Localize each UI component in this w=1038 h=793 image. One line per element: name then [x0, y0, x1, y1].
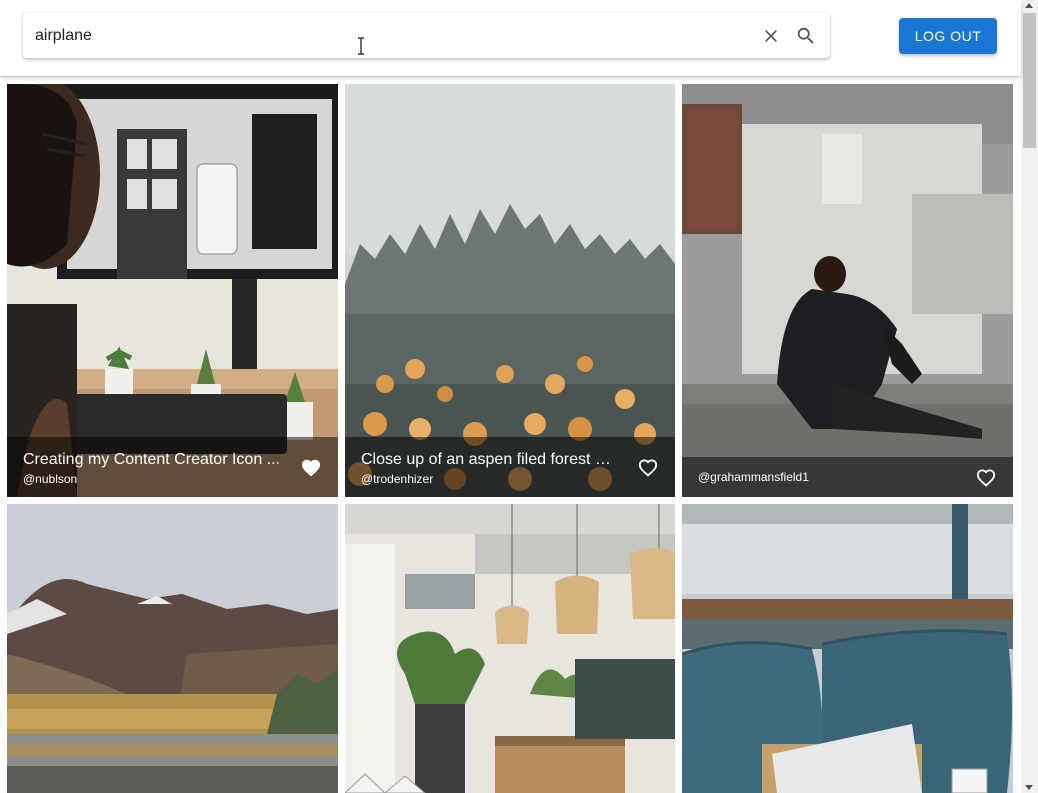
photo-caption: @grahammansfield1 — [682, 457, 1013, 497]
logout-button[interactable]: LOG OUT — [899, 18, 997, 54]
photo-caption: Creating my Content Creator Icon ... @nu… — [7, 437, 338, 497]
app-header: LOG OUT — [0, 0, 1021, 76]
photo-mountain-lake — [7, 504, 338, 793]
close-icon[interactable] — [761, 26, 781, 46]
photo-card[interactable] — [682, 504, 1013, 793]
photo-cafe-interior — [345, 504, 675, 793]
photo-card[interactable] — [345, 504, 675, 793]
photo-title: Close up of an aspen filed forest wi... — [361, 451, 621, 468]
photo-title: Creating my Content Creator Icon ... — [23, 451, 280, 468]
search-input[interactable] — [35, 19, 735, 52]
photo-card[interactable]: Close up of an aspen filed forest wi... … — [345, 84, 675, 497]
search-icon[interactable] — [795, 25, 817, 47]
photo-aspen-forest — [345, 84, 675, 497]
photo-author[interactable]: @grahammansfield1 — [698, 470, 809, 484]
heart-outline-icon[interactable] — [975, 467, 997, 487]
photo-blue-cushions — [682, 504, 1013, 793]
photo-author[interactable]: @nublson — [23, 472, 77, 486]
photo-card[interactable] — [7, 504, 338, 793]
scrollbar-thumb[interactable] — [1023, 13, 1036, 148]
scroll-up-arrow-icon[interactable] — [1025, 3, 1033, 8]
scroll-down-arrow-icon[interactable] — [1025, 785, 1033, 790]
heart-filled-icon[interactable] — [300, 457, 322, 477]
photo-man-sitting-wall — [682, 84, 1013, 497]
search-bar — [23, 13, 830, 58]
photo-card[interactable]: Creating my Content Creator Icon ... @nu… — [7, 84, 338, 497]
photo-card[interactable]: @grahammansfield1 — [682, 84, 1013, 497]
heart-outline-icon[interactable] — [637, 457, 659, 477]
text-cursor-icon — [358, 37, 364, 55]
photo-author[interactable]: @trodenhizer — [361, 472, 433, 486]
photo-creator-at-desk — [7, 84, 338, 497]
scrollbar[interactable] — [1021, 0, 1038, 793]
photo-caption: Close up of an aspen filed forest wi... … — [345, 437, 675, 497]
